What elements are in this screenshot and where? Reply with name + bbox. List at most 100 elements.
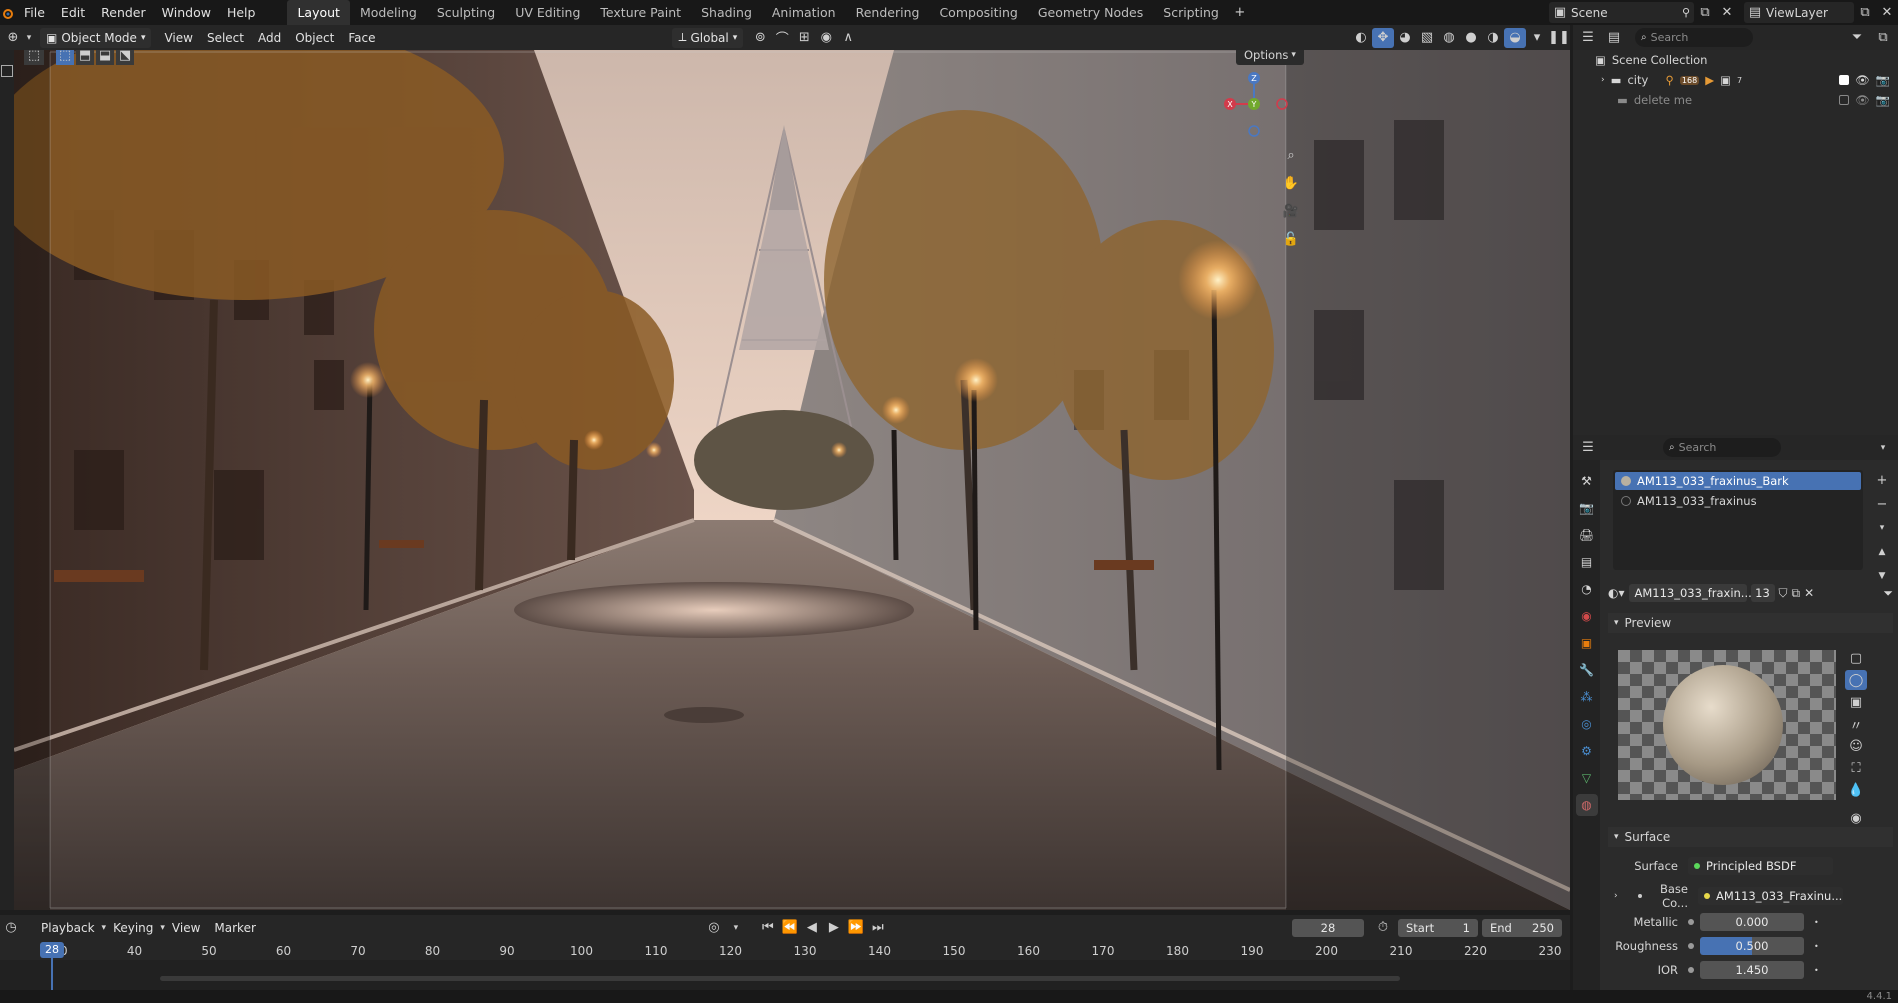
outliner-search-input[interactable]: Search bbox=[1651, 31, 1689, 44]
preview-range-icon[interactable]: ⏱ bbox=[1372, 918, 1394, 938]
outliner-item-city[interactable]: › ▬ city ⚲ 168 ▶ ▣ 7 👁 📷 bbox=[1573, 70, 1898, 90]
output-tab-icon[interactable]: 🖨 bbox=[1576, 524, 1598, 546]
menu-view[interactable]: View bbox=[165, 921, 207, 935]
tab-uv-editing[interactable]: UV Editing bbox=[505, 0, 590, 25]
move-up-icon[interactable]: ▲ bbox=[1871, 542, 1893, 562]
playhead[interactable]: 28 bbox=[40, 942, 64, 958]
material-name-field[interactable]: AM113_033_fraxin... bbox=[1628, 584, 1752, 602]
mode-selector[interactable]: ▣ Object Mode ▾ bbox=[40, 27, 152, 48]
preview-hair-icon[interactable]: 〃 bbox=[1845, 714, 1867, 734]
hand-pan-icon[interactable]: ✋ bbox=[1280, 173, 1302, 193]
preview-plane-icon[interactable]: ▢ bbox=[1845, 648, 1867, 668]
pause-render-icon[interactable]: ❚❚ bbox=[1548, 28, 1570, 48]
properties-search[interactable]: ⌕ Search bbox=[1663, 438, 1781, 457]
outliner-search[interactable]: ⌕ Search bbox=[1635, 28, 1753, 47]
material-slot-item[interactable]: AM113_033_fraxinus_Bark bbox=[1615, 472, 1861, 490]
tab-shading[interactable]: Shading bbox=[691, 0, 762, 25]
proportional-edit-icon[interactable]: ◉ bbox=[815, 28, 837, 48]
render-icon[interactable]: 📷 bbox=[1876, 93, 1890, 107]
snap-target-icon[interactable]: ⊞ bbox=[793, 28, 815, 48]
checkbox-icon[interactable] bbox=[1839, 75, 1850, 85]
menu-view[interactable]: View bbox=[157, 31, 199, 45]
rendered-shading-icon[interactable]: ◒ bbox=[1504, 27, 1526, 48]
add-workspace-icon[interactable]: + bbox=[1229, 3, 1251, 23]
record-menu-icon[interactable]: ▾ bbox=[725, 918, 747, 938]
menu-select[interactable]: Select bbox=[200, 31, 251, 45]
preview-fluid-icon[interactable]: 💧 bbox=[1845, 780, 1867, 800]
tab-compositing[interactable]: Compositing bbox=[929, 0, 1027, 25]
timeline-scrollbar[interactable] bbox=[160, 976, 1400, 981]
chevron-down-icon[interactable]: ▾ bbox=[1872, 438, 1894, 458]
menu-render[interactable]: Render bbox=[93, 0, 154, 25]
view-layer-tab-icon[interactable]: ▤ bbox=[1576, 551, 1598, 573]
tab-modeling[interactable]: Modeling bbox=[350, 0, 427, 25]
eye-icon[interactable]: 👁 bbox=[1855, 93, 1870, 107]
new-scene-icon[interactable]: ⧉ bbox=[1694, 3, 1716, 23]
material-shading-icon[interactable]: ◑ bbox=[1482, 28, 1504, 48]
physics-tab-icon[interactable]: ◎ bbox=[1576, 713, 1598, 735]
menu-help[interactable]: Help bbox=[219, 0, 264, 25]
tab-texture-paint[interactable]: Texture Paint bbox=[590, 0, 691, 25]
falloff-icon[interactable]: ∧ bbox=[837, 28, 859, 48]
select-new-icon[interactable]: ⬚ bbox=[56, 50, 74, 65]
gizmo-toggle-icon[interactable]: ✥ bbox=[1372, 27, 1394, 48]
xray-icon[interactable]: ▧ bbox=[1416, 28, 1438, 48]
object-tab-icon[interactable]: ▣ bbox=[1576, 632, 1598, 654]
select-extend-icon[interactable]: ⬒ bbox=[76, 50, 94, 65]
jump-start-icon[interactable]: ⏮ bbox=[757, 918, 779, 938]
preview-monkey-icon[interactable]: ☺ bbox=[1845, 736, 1867, 756]
jump-end-icon[interactable]: ⏭ bbox=[867, 918, 889, 938]
prev-keyframe-icon[interactable]: ⏪ bbox=[779, 918, 801, 938]
pin-icon[interactable]: ⚲ bbox=[1682, 6, 1690, 19]
play-reverse-icon[interactable]: ◀ bbox=[801, 918, 823, 938]
tab-sculpting[interactable]: Sculpting bbox=[427, 0, 505, 25]
render-tab-icon[interactable]: 📷 bbox=[1576, 497, 1598, 519]
material-users-field[interactable]: 13 bbox=[1750, 584, 1775, 602]
select-box-icon[interactable]: ⬚ bbox=[24, 50, 44, 65]
end-frame-field[interactable]: End 250 bbox=[1482, 918, 1562, 937]
ior-slider[interactable]: 1.450 bbox=[1700, 961, 1804, 979]
properties-search-input[interactable]: Search bbox=[1679, 441, 1717, 454]
unlink-icon[interactable]: ✕ bbox=[1804, 586, 1814, 600]
solid-shading-icon[interactable]: ● bbox=[1460, 28, 1482, 48]
base-color-field[interactable]: AM113_033_Fraxinu... bbox=[1698, 887, 1843, 905]
keyframe-dot-icon[interactable]: • bbox=[1814, 966, 1819, 975]
next-keyframe-icon[interactable]: ⏩ bbox=[845, 918, 867, 938]
record-icon[interactable]: ◎ bbox=[703, 918, 725, 938]
preview-sphere-icon[interactable]: ◯ bbox=[1845, 670, 1867, 690]
data-tab-icon[interactable]: ▽ bbox=[1576, 767, 1598, 789]
3d-viewport[interactable]: Z X Y ⌕ ✋ 🎥 🔓 Options ▾ ⬚ ⬚ ⬒ ⬓ ⬔ bbox=[14, 50, 1570, 910]
checkbox-icon[interactable] bbox=[1839, 95, 1850, 105]
render-icon[interactable]: 📷 bbox=[1876, 73, 1890, 87]
viewlayer-selector[interactable]: ▤ ViewLayer bbox=[1744, 2, 1854, 23]
fake-user-icon[interactable]: ⛉ bbox=[1779, 586, 1788, 601]
constraints-tab-icon[interactable]: ⚙ bbox=[1576, 740, 1598, 762]
tab-animation[interactable]: Animation bbox=[762, 0, 846, 25]
menu-face[interactable]: Face bbox=[341, 31, 382, 45]
world-tab-icon[interactable]: ◉ bbox=[1576, 605, 1598, 627]
expand-arrow-icon[interactable]: › bbox=[1601, 75, 1605, 85]
preview-panel-header[interactable]: ▾ Preview bbox=[1608, 613, 1893, 633]
play-icon[interactable]: ▶ bbox=[823, 918, 845, 938]
material-slot-item[interactable]: AM113_033_fraxinus bbox=[1615, 492, 1861, 510]
select-tool-icon[interactable] bbox=[1, 65, 13, 77]
tab-layout[interactable]: Layout bbox=[287, 0, 350, 25]
new-viewlayer-icon[interactable]: ⧉ bbox=[1854, 3, 1876, 23]
editor-type-icon[interactable]: ☰ bbox=[1577, 438, 1599, 458]
editor-type-icon[interactable]: ◷ bbox=[0, 918, 22, 938]
menu-file[interactable]: File bbox=[16, 0, 53, 25]
select-subtract-icon[interactable]: ⬓ bbox=[96, 50, 114, 65]
tab-scripting[interactable]: Scripting bbox=[1153, 0, 1229, 25]
menu-playback[interactable]: Playback bbox=[34, 921, 102, 935]
add-slot-icon[interactable]: + bbox=[1871, 470, 1893, 490]
pivot-icon[interactable]: ⊚ bbox=[749, 28, 771, 48]
shading-options-icon[interactable]: ▾ bbox=[1526, 28, 1548, 48]
duplicate-icon[interactable]: ⧉ bbox=[1792, 586, 1801, 601]
navigation-gizmo[interactable]: Z X Y bbox=[1224, 70, 1294, 140]
surface-panel-header[interactable]: ▾ Surface bbox=[1608, 827, 1893, 847]
snap-icon[interactable]: ⌒ bbox=[771, 28, 793, 48]
new-collection-icon[interactable]: ⧉ bbox=[1872, 28, 1894, 48]
select-intersect-icon[interactable]: ⬔ bbox=[116, 50, 134, 65]
delete-viewlayer-icon[interactable]: ✕ bbox=[1876, 3, 1898, 23]
roughness-slider[interactable]: 0.500 bbox=[1700, 937, 1804, 955]
